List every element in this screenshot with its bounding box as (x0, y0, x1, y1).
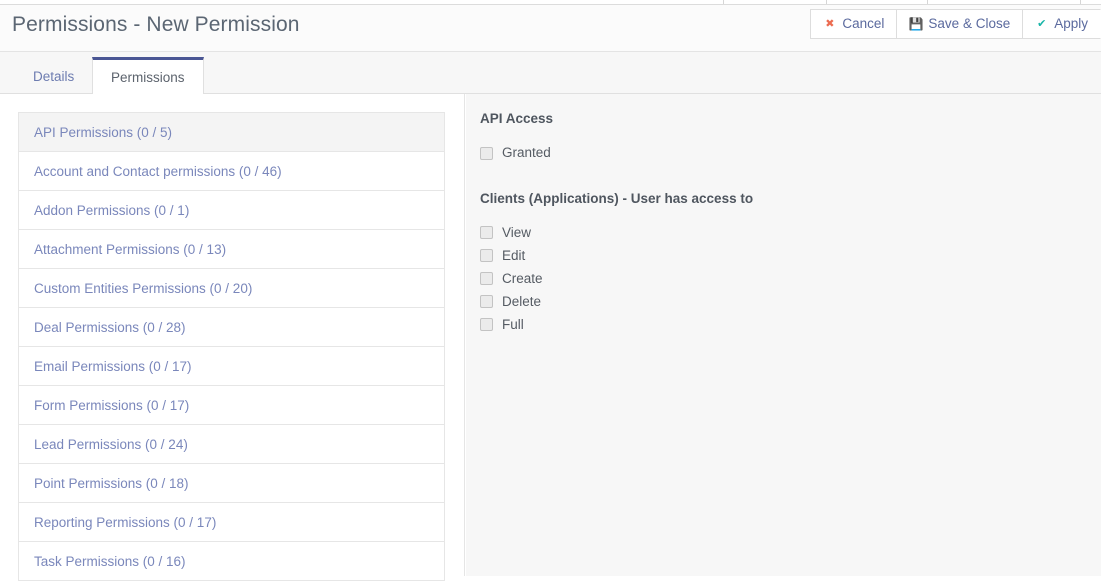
checkbox-row[interactable]: Edit (480, 244, 1087, 267)
checkbox-icon[interactable] (480, 249, 493, 262)
check-icon: ✔ (1037, 17, 1047, 30)
checkbox-label[interactable]: Delete (502, 295, 541, 309)
checkbox-label[interactable]: Edit (502, 249, 525, 263)
checkbox-row[interactable]: Delete (480, 290, 1087, 313)
permission-category-label: Attachment Permissions (0 / 13) (34, 241, 227, 257)
checkbox-icon[interactable] (480, 226, 493, 239)
checkbox-icon[interactable] (480, 318, 493, 331)
tab-details[interactable]: Details (14, 57, 93, 94)
tab-permissions[interactable]: Permissions (92, 57, 204, 95)
toolbar-button-label: Save & Close (928, 16, 1011, 32)
clients-checkbox-group: View Edit Create Delete Full (480, 221, 1087, 336)
toolbar-button-label: Apply (1054, 16, 1088, 32)
checkbox-icon[interactable] (480, 272, 493, 285)
permission-category-label: Account and Contact permissions (0 / 46) (34, 163, 282, 179)
checkbox-icon[interactable] (480, 146, 493, 160)
permission-category-item[interactable]: Deal Permissions (0 / 28) (19, 308, 444, 347)
permission-category-item[interactable]: Email Permissions (0 / 17) (19, 347, 444, 386)
permission-category-label: Deal Permissions (0 / 28) (34, 319, 186, 335)
permission-category-label: Reporting Permissions (0 / 17) (34, 514, 217, 530)
api-access-section-title: API Access (480, 111, 554, 126)
content-area: API Permissions (0 / 5) Account and Conta… (0, 94, 1101, 581)
tab-label: Permissions (111, 70, 185, 85)
permission-category-label: Email Permissions (0 / 17) (34, 358, 192, 374)
top-strip-divider (826, 0, 827, 4)
permission-category-item[interactable]: Account and Contact permissions (0 / 46) (19, 152, 444, 191)
header-toolbar: ✖ Cancel 💾 Save & Close ✔ Apply (810, 9, 1101, 39)
checkbox-label[interactable]: Full (502, 318, 524, 332)
checkbox-label[interactable]: View (502, 226, 531, 240)
permission-category-list: API Permissions (0 / 5) Account and Conta… (18, 112, 445, 581)
permission-category-label: Form Permissions (0 / 17) (34, 397, 190, 413)
permission-category-label: Custom Entities Permissions (0 / 20) (34, 280, 253, 296)
save-and-close-button[interactable]: 💾 Save & Close (896, 9, 1023, 39)
permission-category-item[interactable]: Reporting Permissions (0 / 17) (19, 503, 444, 542)
top-strip-divider (723, 0, 724, 4)
toolbar-button-label: Cancel (842, 16, 885, 32)
page-header: Permissions - New Permission ✖ Cancel 💾 Sav… (0, 5, 1101, 52)
tab-label: Details (33, 68, 75, 84)
permission-category-label: Addon Permissions (0 / 1) (34, 202, 190, 218)
permission-category-item[interactable]: Custom Entities Permissions (0 / 20) (19, 269, 444, 308)
checkbox-label[interactable]: Granted (502, 146, 551, 160)
apply-button[interactable]: ✔ Apply (1022, 9, 1101, 39)
permission-category-item[interactable]: Attachment Permissions (0 / 13) (19, 230, 444, 269)
top-strip-divider (927, 0, 928, 4)
permission-category-item[interactable]: Addon Permissions (0 / 1) (19, 191, 444, 230)
permission-category-item[interactable]: Form Permissions (0 / 17) (19, 386, 444, 425)
tab-bar: Details Permissions (0, 52, 1101, 95)
close-x-icon: ✖ (825, 17, 835, 30)
floppy-disk-icon: 💾 (908, 17, 924, 31)
permission-category-label: Lead Permissions (0 / 24) (34, 436, 188, 452)
checkbox-row[interactable]: Full (480, 313, 1087, 336)
permission-detail-panel: API Access Granted Clients (Applications… (466, 94, 1101, 576)
permission-category-label: API Permissions (0 / 5) (34, 124, 173, 140)
api-access-checkbox-group: Granted (480, 142, 1087, 165)
permission-category-label: Task Permissions (0 / 16) (34, 553, 186, 569)
permission-category-item[interactable]: Point Permissions (0 / 18) (19, 464, 444, 503)
permission-category-item[interactable]: Lead Permissions (0 / 24) (19, 425, 444, 464)
checkbox-row[interactable]: Create (480, 267, 1087, 290)
checkbox-label[interactable]: Create (502, 272, 543, 286)
permission-category-item[interactable]: API Permissions (0 / 5) (19, 113, 444, 152)
cancel-button[interactable]: ✖ Cancel (810, 9, 897, 39)
permission-category-item[interactable]: Task Permissions (0 / 16) (19, 542, 444, 581)
checkbox-row[interactable]: Granted (480, 142, 1087, 165)
page-title: Permissions - New Permission (12, 13, 300, 36)
permission-category-label: Point Permissions (0 / 18) (34, 475, 189, 491)
checkbox-row[interactable]: View (480, 221, 1087, 244)
clients-section-title: Clients (Applications) - User has access… (480, 190, 754, 206)
top-strip-divider (1080, 0, 1081, 4)
checkbox-icon[interactable] (480, 295, 493, 308)
permission-categories-column: API Permissions (0 / 5) Account and Conta… (0, 94, 465, 581)
